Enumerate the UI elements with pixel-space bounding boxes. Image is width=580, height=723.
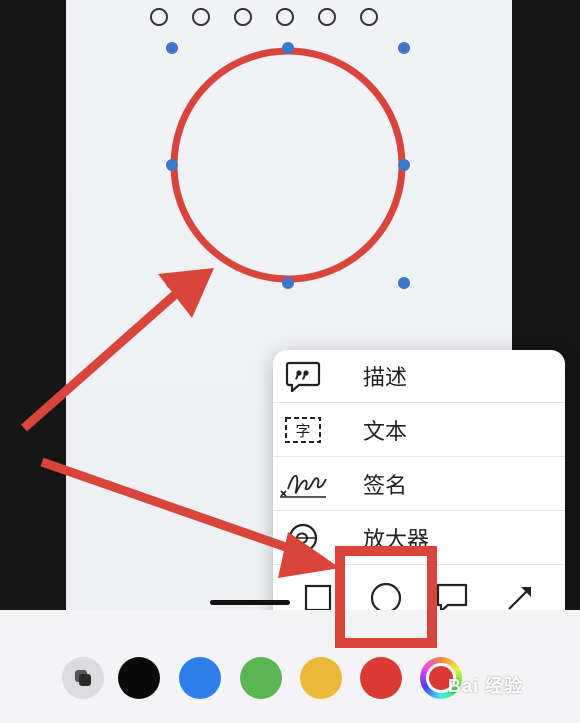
menu-item-label: 放大器 bbox=[363, 528, 430, 553]
menu-item-signature[interactable]: 签名 bbox=[273, 458, 565, 511]
text-box-icon: 字 bbox=[273, 415, 333, 445]
watermark: Bai 经验 bbox=[448, 676, 524, 696]
page-dot bbox=[276, 8, 294, 26]
color-swatch-blue[interactable] bbox=[179, 657, 221, 699]
menu-item-magnifier[interactable]: 放大器 bbox=[273, 512, 565, 565]
color-swatch-black[interactable] bbox=[118, 657, 160, 699]
text-icon-glyph: 字 bbox=[295, 422, 310, 440]
page-dot bbox=[360, 8, 378, 26]
magnifier-icon bbox=[273, 520, 333, 556]
page-dot bbox=[234, 8, 252, 26]
speech-quote-icon bbox=[273, 360, 333, 392]
page-dots-row bbox=[150, 8, 378, 26]
page-dot bbox=[150, 8, 168, 26]
menu-item-description[interactable]: 描述 bbox=[273, 350, 565, 403]
copy-tool-button[interactable] bbox=[62, 657, 104, 699]
menu-item-text[interactable]: 字 文本 bbox=[273, 404, 565, 457]
color-swatch-green[interactable] bbox=[240, 657, 282, 699]
left-letterbox bbox=[0, 0, 66, 610]
signature-icon bbox=[273, 467, 333, 501]
menu-item-label: 签名 bbox=[363, 474, 408, 499]
page-dot bbox=[318, 8, 336, 26]
page-dot bbox=[192, 8, 210, 26]
copy-icon bbox=[75, 670, 91, 686]
menu-item-label: 文本 bbox=[363, 420, 408, 445]
color-swatch-red[interactable] bbox=[360, 657, 402, 699]
menu-item-label: 描述 bbox=[363, 366, 408, 391]
square-shape-icon bbox=[304, 584, 332, 612]
color-swatch-yellow[interactable] bbox=[300, 657, 342, 699]
home-indicator bbox=[210, 600, 290, 605]
